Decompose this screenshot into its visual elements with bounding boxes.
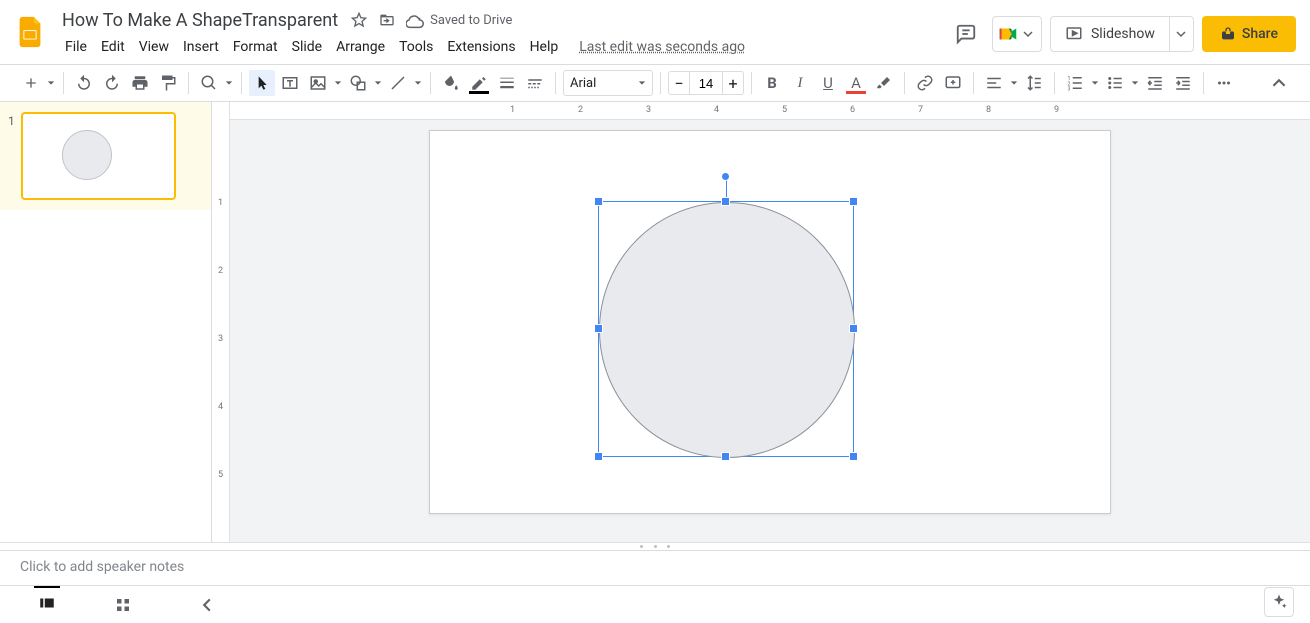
notes-splitter[interactable] [0, 542, 1310, 550]
resize-handle-bl[interactable] [594, 452, 603, 461]
circle-shape[interactable] [599, 202, 855, 458]
image-dropdown[interactable] [333, 79, 343, 87]
save-status[interactable]: Saved to Drive [406, 11, 512, 29]
image-tool[interactable] [305, 70, 331, 96]
more-button[interactable] [1211, 70, 1237, 96]
border-weight-button[interactable] [494, 70, 520, 96]
menu-slide[interactable]: Slide [285, 36, 329, 58]
menu-edit[interactable]: Edit [94, 36, 132, 58]
line-spacing-button[interactable] [1021, 70, 1047, 96]
collapse-filmstrip-button[interactable] [200, 598, 214, 612]
filmstrip: 1 [0, 102, 212, 542]
new-slide-button[interactable] [18, 70, 44, 96]
shape-selection[interactable] [598, 201, 854, 457]
vertical-ruler[interactable]: 1 2 3 4 5 [212, 102, 230, 542]
border-color-button[interactable] [466, 70, 492, 96]
filmstrip-view-button[interactable] [34, 586, 60, 616]
menu-help[interactable]: Help [523, 36, 566, 58]
zoom-button[interactable] [196, 70, 222, 96]
link-button[interactable] [912, 70, 938, 96]
font-size-increase[interactable]: + [722, 71, 744, 95]
toolbar: Arial − + B I U A 123 [0, 64, 1310, 102]
comment-button[interactable] [940, 70, 966, 96]
new-slide-dropdown[interactable] [46, 79, 56, 87]
canvas-area: 1 2 3 4 5 6 7 8 9 1 2 3 4 5 [212, 102, 1310, 542]
decrease-indent-button[interactable] [1142, 70, 1168, 96]
app-header: How To Make A ShapeTransparent Saved to … [0, 0, 1310, 64]
footer [0, 585, 1310, 623]
resize-handle-bm[interactable] [721, 452, 730, 461]
slide-thumbnail[interactable] [21, 112, 176, 200]
menu-arrange[interactable]: Arrange [329, 36, 392, 58]
thumb-circle-shape [62, 130, 112, 180]
resize-handle-tr[interactable] [849, 197, 858, 206]
font-family-select[interactable]: Arial [563, 70, 653, 96]
share-button[interactable]: Share [1202, 16, 1296, 52]
slides-logo[interactable] [10, 12, 50, 52]
last-edit-link[interactable]: Last edit was seconds ago [579, 39, 745, 55]
font-size-input[interactable] [690, 71, 722, 95]
shape-tool[interactable] [345, 70, 371, 96]
rotation-line [726, 178, 727, 198]
resize-handle-br[interactable] [849, 452, 858, 461]
collapse-toolbar-button[interactable] [1266, 70, 1292, 96]
rotation-handle[interactable] [721, 172, 730, 181]
zoom-dropdown[interactable] [224, 79, 234, 87]
textbox-tool[interactable] [277, 70, 303, 96]
resize-handle-tl[interactable] [594, 197, 603, 206]
paint-format-button[interactable] [155, 70, 181, 96]
shape-dropdown[interactable] [373, 79, 383, 87]
document-title[interactable]: How To Make A ShapeTransparent [58, 10, 342, 31]
menu-view[interactable]: View [132, 36, 176, 58]
fill-color-button[interactable] [438, 70, 464, 96]
underline-button[interactable]: U [815, 70, 841, 96]
explore-button[interactable] [1264, 587, 1294, 617]
menu-tools[interactable]: Tools [392, 36, 440, 58]
grid-view-button[interactable] [110, 592, 136, 618]
numbered-list-button[interactable]: 123 [1062, 70, 1088, 96]
menu-bar: File Edit View Insert Format Slide Arran… [58, 34, 948, 60]
align-button[interactable] [981, 70, 1007, 96]
bulleted-list-button[interactable] [1102, 70, 1128, 96]
resize-handle-ml[interactable] [594, 324, 603, 333]
select-tool[interactable] [249, 70, 275, 96]
align-dropdown[interactable] [1009, 79, 1019, 87]
text-color-button[interactable]: A [843, 70, 869, 96]
redo-button[interactable] [99, 70, 125, 96]
print-button[interactable] [127, 70, 153, 96]
slideshow-button[interactable]: Slideshow [1050, 16, 1170, 52]
menu-file[interactable]: File [58, 36, 94, 58]
star-icon[interactable] [348, 9, 370, 31]
border-dash-button[interactable] [522, 70, 548, 96]
slide-viewport[interactable] [230, 102, 1310, 542]
menu-extensions[interactable]: Extensions [440, 36, 522, 58]
header-right: Slideshow Share [948, 16, 1296, 52]
line-tool[interactable] [385, 70, 411, 96]
highlight-button[interactable] [871, 70, 897, 96]
content-area: 1 1 2 3 4 5 6 7 8 9 1 2 3 4 5 [0, 102, 1310, 542]
svg-text:3: 3 [1068, 87, 1071, 93]
move-icon[interactable] [376, 9, 398, 31]
font-size-decrease[interactable]: − [668, 71, 690, 95]
bulleted-list-dropdown[interactable] [1130, 79, 1140, 87]
resize-handle-mr[interactable] [849, 324, 858, 333]
chevron-down-icon [1023, 29, 1033, 39]
numbered-list-dropdown[interactable] [1090, 79, 1100, 87]
speaker-notes[interactable]: Click to add speaker notes [0, 550, 1310, 585]
slideshow-dropdown[interactable] [1170, 16, 1194, 52]
increase-indent-button[interactable] [1170, 70, 1196, 96]
italic-button[interactable]: I [787, 70, 813, 96]
resize-handle-tm[interactable] [721, 197, 730, 206]
slide-canvas[interactable] [429, 130, 1111, 514]
meet-button[interactable] [992, 16, 1042, 52]
comments-icon[interactable] [948, 16, 984, 52]
slide-number: 1 [8, 114, 15, 128]
undo-button[interactable] [71, 70, 97, 96]
bold-button[interactable]: B [759, 70, 785, 96]
menu-format[interactable]: Format [226, 36, 285, 58]
menu-insert[interactable]: Insert [176, 36, 226, 58]
title-area: How To Make A ShapeTransparent Saved to … [58, 6, 948, 60]
line-dropdown[interactable] [413, 79, 423, 87]
